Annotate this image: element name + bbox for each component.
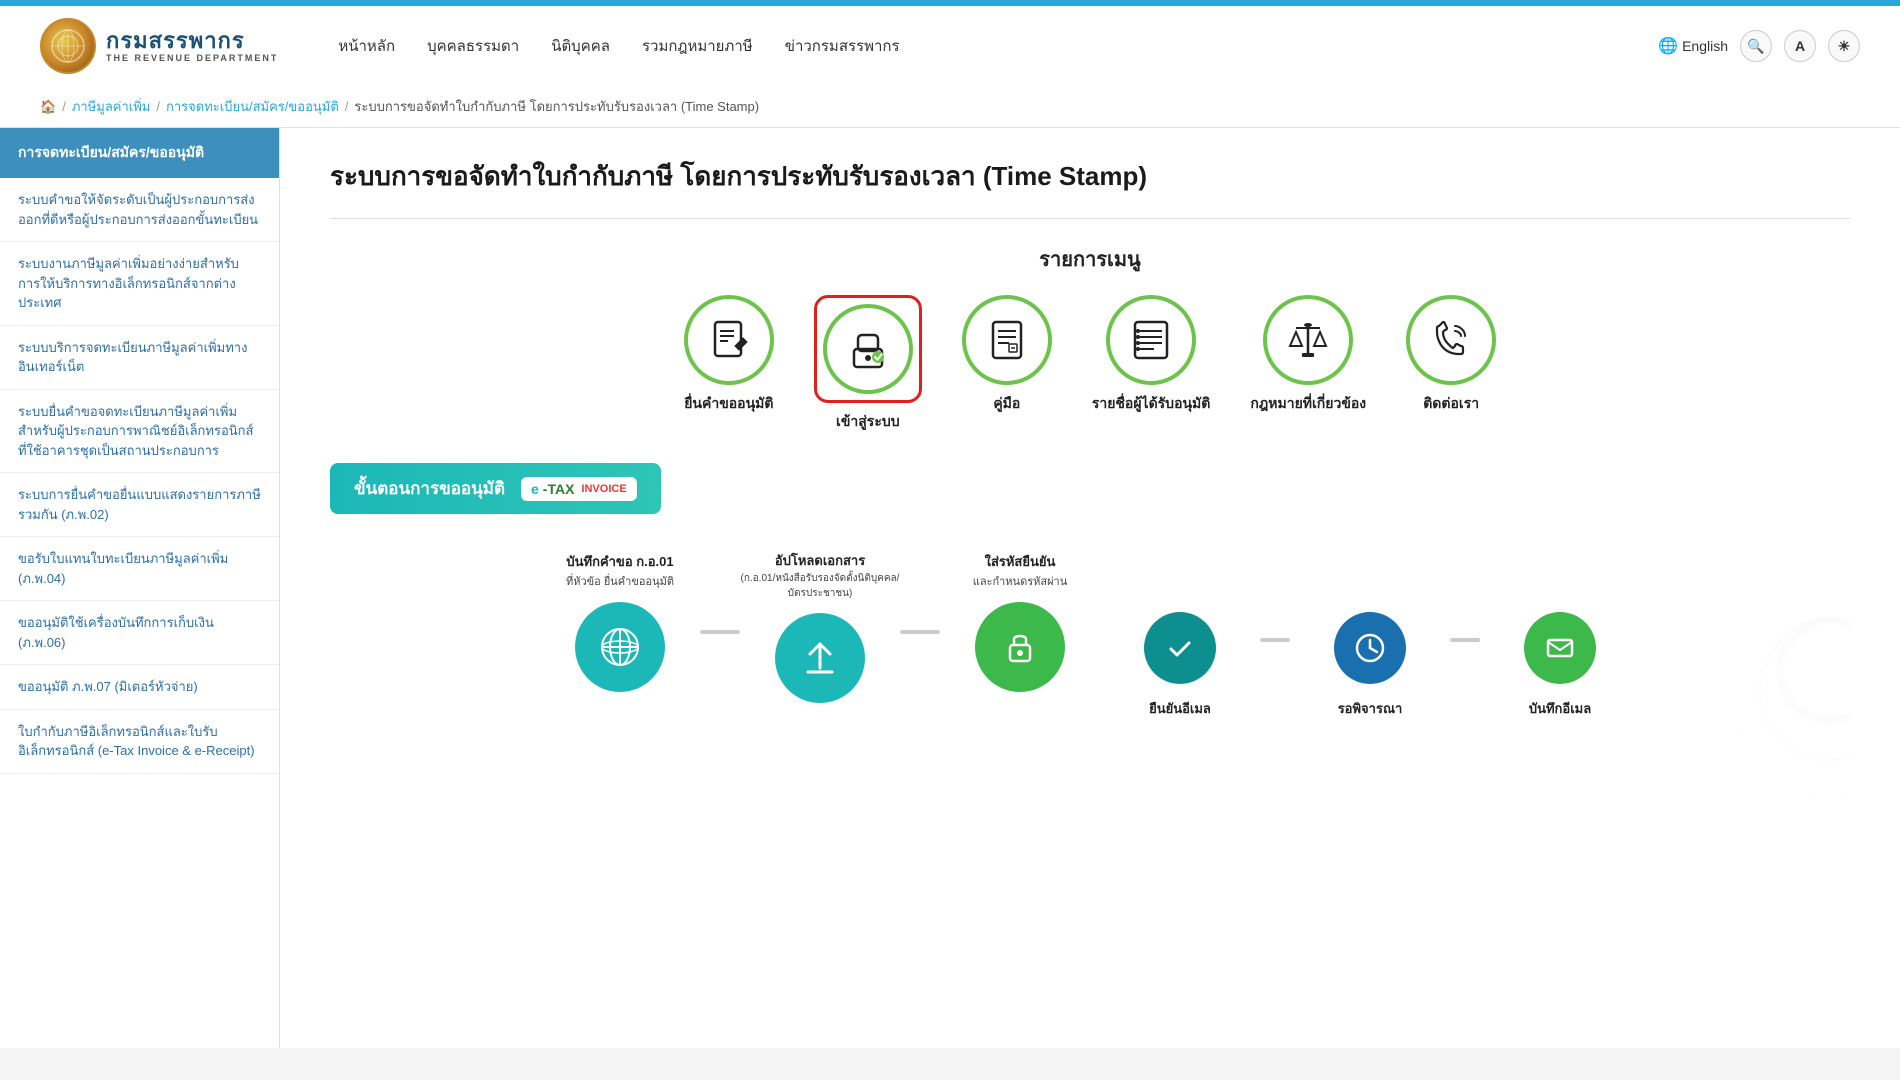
flow-step-5: รอพิจารณา <box>1290 600 1450 719</box>
breadcrumb-home-icon[interactable]: 🏠 <box>40 99 56 115</box>
flow-step-3: ใส่รหัสยืนยัน และกำหนดรหัสผ่าน <box>940 550 1100 692</box>
flow-label-1: บันทึกคำขอ ก.อ.01 ที่หัวข้อ ยื่นคำขออนุม… <box>566 550 674 590</box>
breadcrumb-vat[interactable]: ภาษีมูลค่าเพิ่ม <box>72 96 151 117</box>
flow-icon-1 <box>575 602 665 692</box>
language-button[interactable]: 🌐 English <box>1658 36 1728 56</box>
logo-area: กรมสรรพากร THE REVENUE DEPARTMENT <box>40 18 278 74</box>
flow-label-2: อัปโหลดเอกสาร (ก.อ.01/หนังสือรับรองจัดตั… <box>740 550 900 601</box>
menu-icons-row: ยื่นคำขออนุมัติ <box>330 295 1850 433</box>
nav-news[interactable]: ข่าวกรมสรรพากร <box>785 30 900 62</box>
logo-title: กรมสรรพากร <box>106 29 278 53</box>
sidebar: การจดทะเบียน/สมัคร/ขออนุมัติ ระบบคำขอให้… <box>0 128 280 1048</box>
main-nav: หน้าหลัก บุคคลธรรมดา นิติบุคคล รวมกฎหมาย… <box>338 30 1658 62</box>
menu-icon-login <box>823 304 913 394</box>
menu-label-law: กฎหมายที่เกี่ยวข้อง <box>1250 393 1366 415</box>
flow-step-6: บันทึกอีเมล <box>1480 600 1640 719</box>
decorative-circles <box>1730 610 1850 813</box>
flow-label-bottom-5: รอพิจารณา <box>1338 698 1403 719</box>
search-button[interactable]: 🔍 <box>1740 30 1772 62</box>
menu-icon-list <box>1106 295 1196 385</box>
sidebar-item-8[interactable]: ใบกำกับภาษีอิเล็กทรอนิกส์และใบรับอิเล็กท… <box>0 710 279 774</box>
steps-banner: ขั้นตอนการขออนุมัติ e -TAX INVOICE <box>330 463 661 514</box>
breadcrumb-sep1: / <box>62 99 66 114</box>
menu-item-list[interactable]: รายชื่อผู้ได้รับอนุมัติ <box>1092 295 1211 433</box>
flow-label-bottom-4: ยืนยันอีเมล <box>1149 698 1211 719</box>
flow-step-2: อัปโหลดเอกสาร (ก.อ.01/หนังสือรับรองจัดตั… <box>740 550 900 703</box>
menu-label-login: เข้าสู่ระบบ <box>836 411 900 433</box>
header: กรมสรรพากร THE REVENUE DEPARTMENT หน้าหล… <box>0 6 1900 86</box>
flow-label-3: ใส่รหัสยืนยัน และกำหนดรหัสผ่าน <box>973 550 1068 590</box>
sidebar-item-3[interactable]: ระบบยื่นคำขอจดทะเบียนภาษีมูลค่าเพิ่มสำหร… <box>0 390 279 474</box>
nav-corporate[interactable]: นิติบุคคล <box>551 30 610 62</box>
menu-item-law[interactable]: กฎหมายที่เกี่ยวข้อง <box>1250 295 1366 433</box>
font-button[interactable]: A <box>1784 30 1816 62</box>
etax-badge: e -TAX INVOICE <box>521 477 637 501</box>
flow-icon-6 <box>1524 612 1596 684</box>
menu-icon-apply <box>684 295 774 385</box>
sidebar-item-4[interactable]: ระบบการยื่นคำขอยื่นแบบแสดงรายการภาษีรวมก… <box>0 473 279 537</box>
menu-icon-contact <box>1406 295 1496 385</box>
sidebar-item-1[interactable]: ระบบงานภาษีมูลค่าเพิ่มอย่างง่ายสำหรับการ… <box>0 242 279 326</box>
menu-label-list: รายชื่อผู้ได้รับอนุมัติ <box>1092 393 1211 415</box>
menu-item-manual[interactable]: คู่มือ <box>962 295 1052 433</box>
menu-item-contact[interactable]: ติดต่อเรา <box>1406 295 1496 433</box>
flow-icon-2 <box>775 613 865 703</box>
menu-icon-law <box>1263 295 1353 385</box>
flow-icon-3 <box>975 602 1065 692</box>
nav-home[interactable]: หน้าหลัก <box>338 30 395 62</box>
flow-step-4: ยืนยันอีเมล <box>1100 600 1260 719</box>
sidebar-item-0[interactable]: ระบบคำขอให้จัดระดับเป็นผู้ประกอบการส่งออ… <box>0 178 279 242</box>
menu-section: รายการเมนู ยื่นคำขออนุมัติ <box>330 243 1850 433</box>
flow-icon-5 <box>1334 612 1406 684</box>
flow-label-bottom-6: บันทึกอีเมล <box>1529 698 1591 719</box>
logo-text: กรมสรรพากร THE REVENUE DEPARTMENT <box>106 29 278 63</box>
breadcrumb-sep3: / <box>345 99 349 114</box>
menu-icon-manual <box>962 295 1052 385</box>
menu-highlight-border <box>814 295 922 403</box>
breadcrumb: 🏠 / ภาษีมูลค่าเพิ่ม / การจดทะเบียน/สมัคร… <box>0 86 1900 128</box>
breadcrumb-current: ระบบการขอจัดทำใบกำกับภาษี โดยการประทับรั… <box>354 96 759 117</box>
sidebar-header: การจดทะเบียน/สมัคร/ขออนุมัติ <box>0 128 279 178</box>
header-tools: 🌐 English 🔍 A ☀ <box>1658 30 1860 62</box>
sidebar-item-2[interactable]: ระบบบริการจดทะเบียนภาษีมูลค่าเพิ่มทางอิน… <box>0 326 279 390</box>
nav-tax-law[interactable]: รวมกฎหมายภาษี <box>642 30 753 62</box>
logo-subtitle: THE REVENUE DEPARTMENT <box>106 53 278 63</box>
menu-section-title: รายการเมนู <box>330 243 1850 275</box>
menu-label-contact: ติดต่อเรา <box>1423 393 1479 415</box>
divider <box>330 218 1850 219</box>
page-title: ระบบการขอจัดทำใบกำกับภาษี โดยการประทับรั… <box>330 158 1850 194</box>
connector-2 <box>900 630 940 634</box>
nav-individual[interactable]: บุคคลธรรมดา <box>427 30 519 62</box>
main-layout: การจดทะเบียน/สมัคร/ขออนุมัติ ระบบคำขอให้… <box>0 128 1900 1048</box>
breadcrumb-sep2: / <box>156 99 160 114</box>
sidebar-item-5[interactable]: ขอรับใบแทนใบทะเบียนภาษีมูลค่าเพิ่ม (ภ.พ.… <box>0 537 279 601</box>
menu-item-apply[interactable]: ยื่นคำขออนุมัติ <box>684 295 774 433</box>
logo-icon <box>40 18 96 74</box>
steps-label: ขั้นตอนการขออนุมัติ <box>354 475 505 502</box>
sidebar-item-6[interactable]: ขออนุมัติใช้เครื่องบันทึกการเก็บเงิน (ภ.… <box>0 601 279 665</box>
menu-item-login[interactable]: เข้าสู่ระบบ <box>814 295 922 433</box>
menu-label-apply: ยื่นคำขออนุมัติ <box>684 393 773 415</box>
sidebar-item-7[interactable]: ขออนุมัติ ภ.พ.07 (มิเตอร์หัวจ่าย) <box>0 665 279 710</box>
flow-icon-4 <box>1144 612 1216 684</box>
theme-button[interactable]: ☀ <box>1828 30 1860 62</box>
flow-step-1: บันทึกคำขอ ก.อ.01 ที่หัวข้อ ยื่นคำขออนุม… <box>540 550 700 692</box>
menu-label-manual: คู่มือ <box>993 393 1020 415</box>
breadcrumb-register[interactable]: การจดทะเบียน/สมัคร/ขออนุมัติ <box>166 96 339 117</box>
globe-icon: 🌐 <box>1658 36 1678 56</box>
connector-1 <box>700 630 740 634</box>
language-label: English <box>1682 38 1728 54</box>
content-area: ระบบการขอจัดทำใบกำกับภาษี โดยการประทับรั… <box>280 128 1900 1048</box>
flow-diagram: บันทึกคำขอ ก.อ.01 ที่หัวข้อ ยื่นคำขออนุม… <box>330 550 1850 719</box>
